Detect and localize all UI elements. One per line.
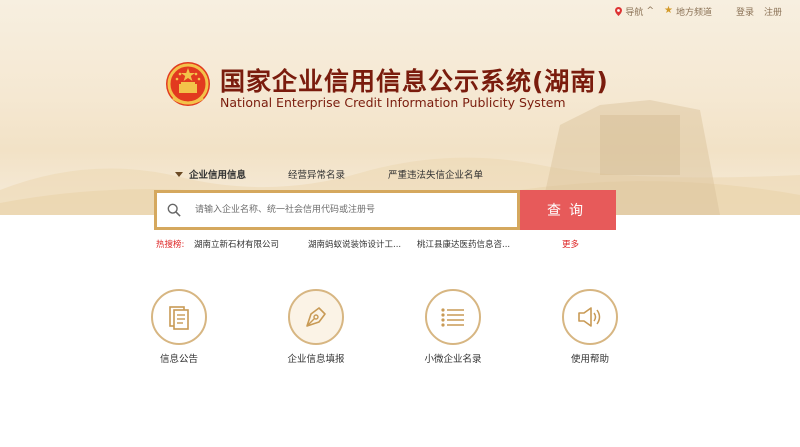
caret-down-icon xyxy=(175,172,183,177)
hot-search-item[interactable]: 桃江县康达医药信息咨... xyxy=(417,238,510,250)
feature-circle xyxy=(151,289,207,345)
hot-search-bar: 热搜榜: 湖南立新石材有限公司 湖南蚂蚁说装饰设计工... 桃江县康达医药信息咨… xyxy=(156,238,586,252)
feature-small-enterprise-list[interactable]: 小微企业名录 xyxy=(423,289,483,365)
national-emblem-icon xyxy=(166,62,210,106)
hot-search-item[interactable]: 湖南蚂蚁说装饰设计工... xyxy=(308,238,401,250)
feature-info-filing[interactable]: 企业信息填报 xyxy=(286,289,346,365)
tab-label: 企业信用信息 xyxy=(189,170,247,181)
feature-label: 信息公告 xyxy=(159,354,199,365)
search-icon xyxy=(167,203,181,217)
hot-search-label: 热搜榜: xyxy=(156,240,185,250)
local-channel-link[interactable]: ★ 地方频道 xyxy=(664,5,712,18)
feature-info-announcement[interactable]: 信息公告 xyxy=(149,289,209,365)
local-channel-label: 地方频道 xyxy=(675,7,712,18)
search-box xyxy=(154,190,520,230)
feature-label: 企业信息填报 xyxy=(287,354,345,365)
document-icon xyxy=(169,306,189,330)
feature-circle xyxy=(562,289,618,345)
feature-circle xyxy=(288,289,344,345)
tab-enterprise-credit[interactable]: 企业信用信息 xyxy=(175,167,246,181)
hot-search-item[interactable]: 湖南立新石材有限公司 xyxy=(194,238,279,250)
register-link[interactable]: 注册 xyxy=(764,5,782,18)
search-button[interactable]: 查询 xyxy=(520,190,616,230)
feature-help[interactable]: 使用帮助 xyxy=(560,289,620,365)
more-link[interactable]: 更多 xyxy=(562,238,579,250)
top-bar: 导航 ^ ★ 地方频道 登录 注册 xyxy=(615,4,782,18)
pen-nib-icon xyxy=(306,307,326,327)
tab-abnormal-operation[interactable]: 经营异常名录 xyxy=(288,167,345,181)
nav-menu[interactable]: 导航 ^ xyxy=(615,5,654,18)
page-title: 国家企业信用信息公示系统(湖南) xyxy=(220,67,609,96)
nav-label: 导航 xyxy=(625,7,644,18)
tab-serious-violation[interactable]: 严重违法失信企业名单 xyxy=(388,167,483,181)
feature-label: 使用帮助 xyxy=(570,354,610,365)
search-area: 查询 xyxy=(154,190,616,230)
speaker-icon xyxy=(578,307,601,327)
list-icon xyxy=(441,308,464,327)
search-input[interactable] xyxy=(193,204,497,216)
star-icon: ★ xyxy=(663,5,673,16)
login-link[interactable]: 登录 xyxy=(736,5,754,18)
feature-label: 小微企业名录 xyxy=(424,354,482,365)
chevron-up-icon: ^ xyxy=(646,6,654,16)
page-subtitle: National Enterprise Credit Information P… xyxy=(220,95,566,110)
feature-circle xyxy=(425,289,481,345)
location-pin-icon xyxy=(615,6,623,16)
